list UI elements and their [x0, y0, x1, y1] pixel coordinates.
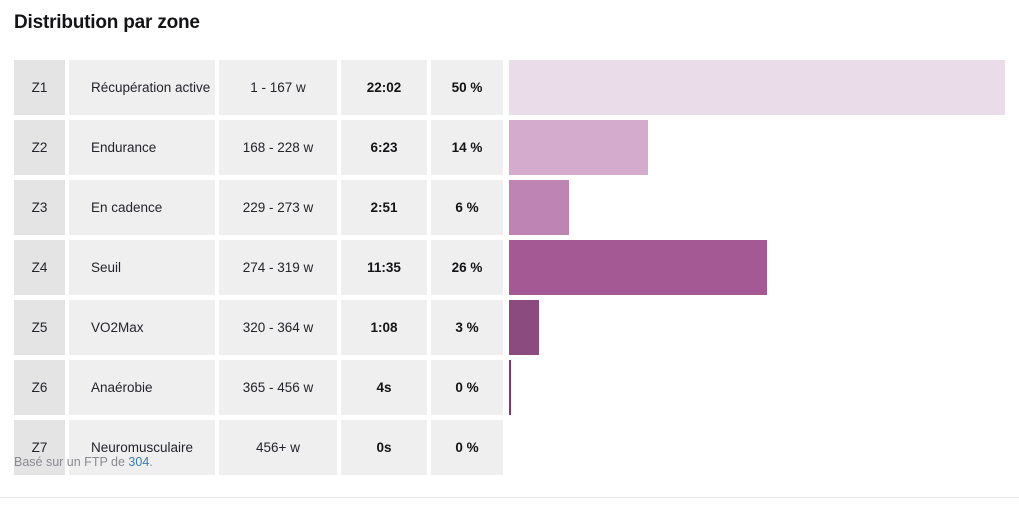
- zone-bar: [509, 60, 1005, 115]
- table-row: Z6 Anaérobie 365 - 456 w 4s 0 %: [14, 360, 1005, 415]
- zone-percent-cell: 14 %: [431, 120, 503, 175]
- zone-name-cell: Seuil: [69, 240, 215, 295]
- zone-power-range-cell: 168 - 228 w: [219, 120, 337, 175]
- zone-percent-cell: 50 %: [431, 60, 503, 115]
- zone-name-cell: Récupération active: [69, 60, 215, 115]
- zone-power-range-cell: 1 - 167 w: [219, 60, 337, 115]
- zone-power-range-cell: 456+ w: [219, 420, 337, 475]
- ftp-value-link[interactable]: 304: [128, 455, 149, 469]
- zone-bar-track: [509, 120, 1005, 175]
- table-row: Z3 En cadence 229 - 273 w 2:51 6 %: [14, 180, 1005, 235]
- zone-label-cell: Z3: [14, 180, 65, 235]
- zone-duration-cell: 1:08: [341, 300, 427, 355]
- zone-label-cell: Z5: [14, 300, 65, 355]
- table-row: Z2 Endurance 168 - 228 w 6:23 14 %: [14, 120, 1005, 175]
- zone-bar-track: [509, 360, 1005, 415]
- zone-name-cell: En cadence: [69, 180, 215, 235]
- ftp-footnote-suffix: .: [149, 455, 153, 469]
- zone-bar: [509, 240, 767, 295]
- zone-percent-cell: 3 %: [431, 300, 503, 355]
- zone-percent-cell: 0 %: [431, 420, 503, 475]
- zone-power-range-cell: 274 - 319 w: [219, 240, 337, 295]
- zone-bar-track: [509, 300, 1005, 355]
- zone-percent-cell: 6 %: [431, 180, 503, 235]
- ftp-footnote: Basé sur un FTP de 304.: [14, 455, 153, 469]
- zone-bar-track: [509, 60, 1005, 115]
- zone-duration-cell: 0s: [341, 420, 427, 475]
- zone-duration-cell: 11:35: [341, 240, 427, 295]
- zone-label-cell: Z6: [14, 360, 65, 415]
- table-row: Z5 VO2Max 320 - 364 w 1:08 3 %: [14, 300, 1005, 355]
- table-row: Z7 Neuromusculaire 456+ w 0s 0 %: [14, 420, 1005, 475]
- zone-duration-cell: 22:02: [341, 60, 427, 115]
- zone-label-cell: Z2: [14, 120, 65, 175]
- zone-duration-cell: 2:51: [341, 180, 427, 235]
- zone-name-cell: Endurance: [69, 120, 215, 175]
- zone-bar: [509, 360, 511, 415]
- zone-bar-track: [509, 180, 1005, 235]
- zone-label-cell: Z4: [14, 240, 65, 295]
- zone-bar: [509, 180, 569, 235]
- zone-duration-cell: 6:23: [341, 120, 427, 175]
- zone-name-cell: VO2Max: [69, 300, 215, 355]
- zone-distribution-panel: Distribution par zone Z1 Récupération act…: [0, 0, 1019, 510]
- zone-bar: [509, 300, 539, 355]
- table-row: Z4 Seuil 274 - 319 w 11:35 26 %: [14, 240, 1005, 295]
- zone-bar-track: [509, 240, 1005, 295]
- zone-name-cell: Anaérobie: [69, 360, 215, 415]
- table-row: Z1 Récupération active 1 - 167 w 22:02 50 %: [14, 60, 1005, 115]
- zone-percent-cell: 26 %: [431, 240, 503, 295]
- zone-duration-cell: 4s: [341, 360, 427, 415]
- page-title: Distribution par zone: [14, 12, 200, 33]
- zone-distribution-table: Z1 Récupération active 1 - 167 w 22:02 50 % Z…: [14, 60, 1005, 480]
- zone-percent-cell: 0 %: [431, 360, 503, 415]
- zone-label-cell: Z1: [14, 60, 65, 115]
- ftp-footnote-prefix: Basé sur un FTP de: [14, 455, 129, 469]
- zone-power-range-cell: 320 - 364 w: [219, 300, 337, 355]
- zone-bar-track: [509, 420, 1005, 475]
- zone-power-range-cell: 365 - 456 w: [219, 360, 337, 415]
- zone-bar: [509, 120, 648, 175]
- zone-power-range-cell: 229 - 273 w: [219, 180, 337, 235]
- bottom-divider: [0, 497, 1019, 498]
